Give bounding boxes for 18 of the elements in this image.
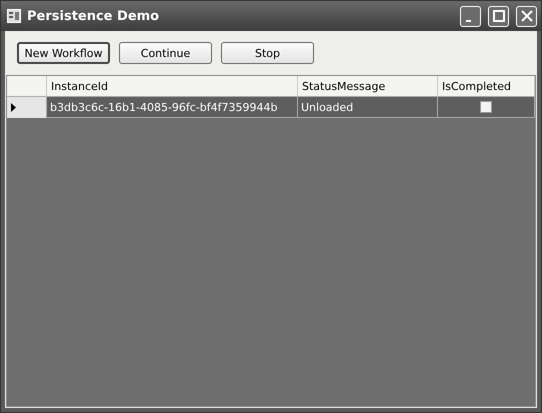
checkbox[interactable] xyxy=(480,101,492,113)
minimize-button[interactable] xyxy=(460,6,481,26)
column-header[interactable]: StatusMessage xyxy=(298,76,438,97)
column-header[interactable]: InstanceId xyxy=(47,76,298,97)
maximize-button[interactable] xyxy=(488,6,509,26)
minimize-icon xyxy=(466,20,471,22)
table-cell: b3db3c6c-16b1-4085-96fc-bf4f7359944b xyxy=(47,97,298,118)
maximize-icon xyxy=(492,10,504,22)
row-header[interactable] xyxy=(7,97,47,118)
table-cell: Unloaded xyxy=(298,97,438,118)
window-title: Persistence Demo xyxy=(27,8,160,24)
close-icon xyxy=(520,10,532,22)
column-header[interactable]: IsCompleted xyxy=(438,76,535,97)
app-icon xyxy=(7,9,21,23)
action-button[interactable]: Continue xyxy=(119,42,212,64)
close-button[interactable] xyxy=(516,6,537,26)
action-button[interactable]: New Workflow xyxy=(17,42,110,64)
action-button[interactable]: Stop xyxy=(221,42,314,64)
